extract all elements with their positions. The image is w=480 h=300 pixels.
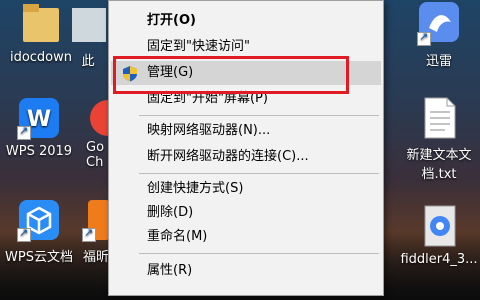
menu-item-create-shortcut[interactable]: 创建快捷方式(S) [111,177,381,201]
folder-icon [19,2,63,46]
desktop-icon-label: fiddler4_3... [400,252,478,267]
desktop-icon-new-text-file[interactable]: 新建文本文档.txt [398,96,480,182]
menu-separator [139,253,379,254]
highlight-box [113,56,349,94]
shortcut-arrow-icon [82,226,96,242]
shortcut-arrow-icon [417,30,431,46]
shortcut-arrow-icon [17,226,31,242]
context-menu: 打开(O) 固定到"快速访问" 管理(G) 固定到"开始"屏幕(P) 映射网络驱… [108,0,384,296]
desktop-icon-wps-cloud[interactable]: WPS云文档 [0,198,78,265]
desktop-icon-label: 此 [81,54,95,69]
desktop-icon-label: 福昕 [82,250,109,265]
chrome-icon [86,96,126,140]
installer-icon [417,204,461,248]
desktop-icon-label: 新建文本文档.txt [406,148,472,182]
menu-item-map-network-drive[interactable]: 映射网络驱动器(N)... [111,119,381,143]
menu-item-delete[interactable]: 删除(D) [111,201,381,225]
folder-icon [66,2,110,46]
desktop-icon-xunlei[interactable]: 迅雷 [400,2,478,69]
foxit-icon [82,198,110,242]
wps-icon: W [17,96,61,140]
menu-item-disconnect-network-drive[interactable]: 断开网络驱动器的连接(C)... [111,145,381,169]
desktop-icon-label: idocdown [9,50,73,65]
menu-item-open[interactable]: 打开(O) [111,9,381,33]
menu-item-properties[interactable]: 属性(R) [111,259,381,283]
desktop-icon-this-pc[interactable]: 此 [66,2,110,69]
bird-icon [417,2,461,46]
desktop-icon-label: WPS云文档 [5,250,73,265]
cube-icon [17,198,61,242]
menu-separator [139,115,379,116]
desktop-icon-label: WPS 2019 [5,144,73,159]
shortcut-arrow-icon [17,124,31,140]
desktop-icon-fiddler[interactable]: fiddler4_3... [398,204,480,267]
menu-item-rename[interactable]: 重命名(M) [111,225,381,249]
desktop-icon-label: 迅雷 [425,54,452,69]
text-file-icon [417,96,461,140]
menu-separator [139,173,379,174]
desktop-icon-wps-2019[interactable]: W WPS 2019 [0,96,78,159]
